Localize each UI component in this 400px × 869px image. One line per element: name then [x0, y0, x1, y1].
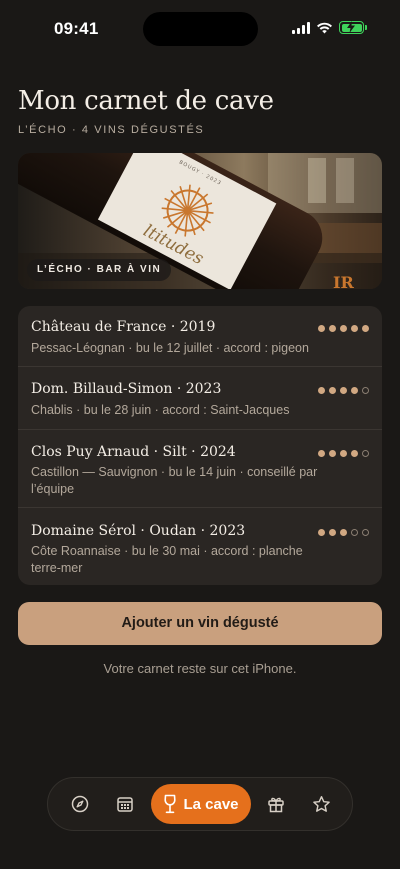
hero-image: BOUGY · 2023 ltitudes IR L’ÉCHO · BAR À …: [18, 153, 382, 289]
venue-badge: L’ÉCHO · BAR À VIN: [27, 259, 172, 281]
dynamic-island: [143, 12, 258, 46]
add-wine-button[interactable]: Ajouter un vin dégusté: [18, 602, 382, 645]
page-subtitle: L’ÉCHO · 4 VINS DÉGUSTÉS: [18, 124, 205, 136]
rating-dot-filled: [340, 529, 347, 536]
wine-row[interactable]: Domaine Sérol · Oudan · 2023 Côte Roanna…: [18, 508, 382, 585]
rating-dot-filled: [318, 325, 325, 332]
rating-dots: [318, 529, 369, 536]
tab-gift[interactable]: [260, 778, 292, 830]
wine-row[interactable]: Clos Puy Arnaud · Silt · 2024 Castillon …: [18, 430, 382, 508]
rating-dot-filled: [329, 387, 336, 394]
status-time: 09:41: [54, 19, 99, 38]
rating-dot-filled: [340, 325, 347, 332]
rating-dot-empty: [362, 450, 369, 457]
wine-name: Château de France · 2019: [31, 319, 216, 335]
rating-dots: [318, 325, 369, 332]
label-word2-text: IR: [333, 273, 354, 289]
rating-dot-filled: [340, 387, 347, 394]
tab-bar: La cave: [47, 777, 353, 831]
wine-meta: Chablis · bu le 28 juin · accord : Saint…: [31, 403, 290, 417]
tab-label: La cave: [183, 795, 239, 813]
wine-glass-icon: [164, 794, 177, 814]
wine-meta: Castillon — Sauvignon · bu le 14 juin · …: [31, 465, 318, 496]
rating-dot-filled: [362, 325, 369, 332]
status-bar: 09:41: [0, 0, 400, 58]
wine-meta: Côte Roannaise · bu le 30 mai · accord :…: [31, 544, 303, 575]
wine-name: Dom. Billaud-Simon · 2023: [31, 381, 222, 397]
status-icons: [292, 21, 367, 34]
rating-dot-filled: [351, 450, 358, 457]
page-title: Mon carnet de cave: [18, 86, 274, 116]
signal-icon: [292, 21, 310, 34]
rating-dot-filled: [340, 450, 347, 457]
rating-dots: [318, 387, 369, 394]
rating-dot-filled: [351, 387, 358, 394]
tab-star[interactable]: [305, 778, 337, 830]
rating-dot-filled: [329, 529, 336, 536]
battery-icon: [339, 21, 367, 34]
wine-name: Domaine Sérol · Oudan · 2023: [31, 523, 246, 539]
star-icon: [312, 795, 330, 812]
compass-icon: [71, 795, 89, 813]
rating-dots: [318, 450, 369, 457]
wine-row[interactable]: Dom. Billaud-Simon · 2023 Chablis · bu l…: [18, 367, 382, 430]
rating-dot-filled: [329, 450, 336, 457]
rating-dot-filled: [318, 450, 325, 457]
footnote: Votre carnet reste sur cet iPhone.: [103, 661, 297, 676]
tab-la-cave[interactable]: La cave: [151, 784, 251, 824]
rating-dot-filled: [329, 325, 336, 332]
rating-dot-filled: [318, 529, 325, 536]
calendar-icon: [117, 797, 133, 812]
wine-list: Château de France · 2019 Pessac-Léognan …: [18, 306, 382, 585]
wine-name: Clos Puy Arnaud · Silt · 2024: [31, 444, 236, 460]
rating-dot-empty: [362, 529, 369, 536]
rating-dot-filled: [351, 325, 358, 332]
rating-dot-filled: [318, 387, 325, 394]
rating-dot-empty: [362, 387, 369, 394]
tab-compass[interactable]: [64, 778, 96, 830]
wine-row[interactable]: Château de France · 2019 Pessac-Léognan …: [18, 306, 382, 367]
tab-calendar[interactable]: [109, 778, 141, 830]
rating-dot-empty: [351, 529, 358, 536]
gift-icon: [268, 797, 284, 813]
wine-meta: Pessac-Léognan · bu le 12 juillet · acco…: [31, 341, 309, 355]
wifi-icon: [317, 22, 332, 33]
